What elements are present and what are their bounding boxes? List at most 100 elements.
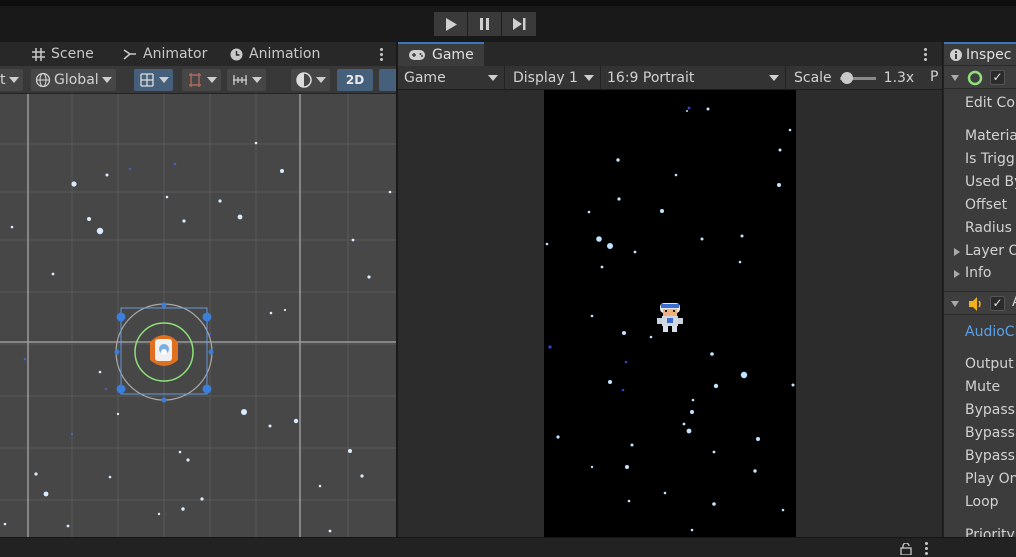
collider-component-header[interactable]: ✓ [944,65,1016,89]
tab-animation-label: Animation [249,46,321,62]
grid-snap-dropdown[interactable] [134,69,173,91]
play-mode-dropdown[interactable]: P [930,69,938,85]
game-tabbar: Game [398,42,942,66]
statusbar-menu-button[interactable] [921,540,931,556]
play-icon [445,17,457,31]
space-dropdown[interactable]: Global [31,69,116,91]
game-render-area [544,90,796,537]
camera-bounds [0,94,396,537]
lighting-toggle[interactable] [379,69,396,91]
scene-grid [0,94,396,537]
foldout-arrow-icon [951,75,959,81]
radius-label: Radius [965,220,1012,236]
clock-icon [230,48,243,60]
chevron-down-icon [252,77,262,83]
info-foldout-icon[interactable] [954,270,960,278]
chevron-down-icon [101,77,112,83]
space-label: Global [54,72,99,88]
tab-scene[interactable]: Scene [32,42,94,66]
used-by-label: Used By [965,174,1016,190]
layer-overrides-label[interactable]: Layer O [965,243,1016,259]
info-foldout-label[interactable]: Info [965,265,992,281]
game-viewport[interactable] [398,90,942,537]
pause-button[interactable] [468,12,502,36]
tab-scene-label: Scene [51,46,94,62]
layer-overrides-foldout-icon[interactable] [954,248,960,256]
status-bar [0,537,1016,557]
mode-2d-button[interactable]: 2D [337,69,373,91]
play-button[interactable] [434,12,468,36]
loop-label: Loop [965,494,999,510]
info-icon [950,49,962,61]
audio-component-header[interactable]: ✓ A [944,291,1016,315]
chevron-down-icon [159,77,169,83]
tab-inspector[interactable]: Inspec [944,42,1016,66]
display-dropdown[interactable]: Display 1 [507,66,601,90]
tab-animator-label: Animator [143,46,208,62]
scale-slider[interactable] [839,71,876,84]
scene-stars [3,141,392,533]
inspector-panel: Inspec ✓ Edit Col Materia Is Trigg Used … [943,42,1016,537]
scene-viewport[interactable] [0,94,396,537]
playback-controls [434,12,536,36]
edit-collider-label[interactable]: Edit Col [965,95,1016,111]
lock-icon[interactable] [900,543,912,555]
scene-menu-button[interactable] [376,45,386,63]
aspect-dropdown[interactable]: 16:9 Portrait [601,66,786,90]
mode-2d-label: 2D [345,73,365,87]
chevron-down-icon [207,77,217,83]
snap-increment-icon [189,73,201,87]
game-menu-button[interactable] [920,45,930,63]
scene-controls: t Global 2D [0,66,396,94]
chevron-down-icon [769,75,779,81]
play-on-awake-label: Play On [965,471,1016,487]
tab-game-label: Game [432,47,474,63]
scene-tabbar: Scene Animator Animation [0,42,396,66]
snap-increment-dropdown[interactable] [182,69,221,91]
tab-animator[interactable]: Animator [123,42,207,66]
inspector-tabbar: Inspec [944,42,1016,66]
mute-label: Mute [965,379,1001,395]
step-button[interactable] [502,12,536,36]
audio-enabled-checkbox[interactable]: ✓ [990,296,1005,311]
tab-game[interactable]: Game [398,42,484,66]
pivot-dropdown[interactable]: t [0,69,23,91]
globe-icon [35,72,51,88]
grid-icon [32,47,45,61]
animator-icon [123,49,136,60]
chevron-down-icon [8,77,19,83]
shading-dropdown[interactable] [291,69,330,91]
shading-sphere-icon [296,72,312,88]
player-sprite[interactable] [657,303,683,332]
gamepad-icon [409,50,425,60]
scale-slider-knob[interactable] [840,71,853,84]
game-canvas-svg [545,106,795,532]
collider-enabled-checkbox[interactable]: ✓ [990,70,1005,85]
step-icon [512,18,525,30]
tab-inspector-label: Inspec [966,47,1012,63]
scale-control: Scale 1.3x [786,66,914,90]
priority-label: Priority [965,527,1015,537]
game-view-label: Game [404,70,446,86]
scene-panel: Scene Animator Animation t Global 2D [0,42,396,537]
pivot-label: t [0,72,6,88]
scene-canvas [0,94,396,537]
game-controls: Game Display 1 16:9 Portrait Scale 1.3x … [398,66,942,90]
audio-clip-label[interactable]: AudioCl [965,324,1016,340]
is-trigger-label: Is Trigg [965,151,1015,167]
bypass-listener-label: Bypass [965,425,1015,441]
ruler-dropdown[interactable] [227,69,266,91]
bypass-reverb-label: Bypass [965,448,1015,464]
tab-animation[interactable]: Animation [230,42,320,66]
grid-snap-icon [140,73,154,87]
chevron-down-icon [584,75,594,81]
output-label: Output [965,356,1014,372]
chevron-down-icon [316,77,326,83]
game-blue-stars [548,106,691,392]
audio-component-title: A [1012,294,1016,310]
game-view-dropdown[interactable]: Game [398,66,505,90]
ruler-icon [233,75,247,85]
pause-icon [480,18,489,30]
main-toolbar [0,0,1016,40]
audio-source-icon [969,297,981,311]
